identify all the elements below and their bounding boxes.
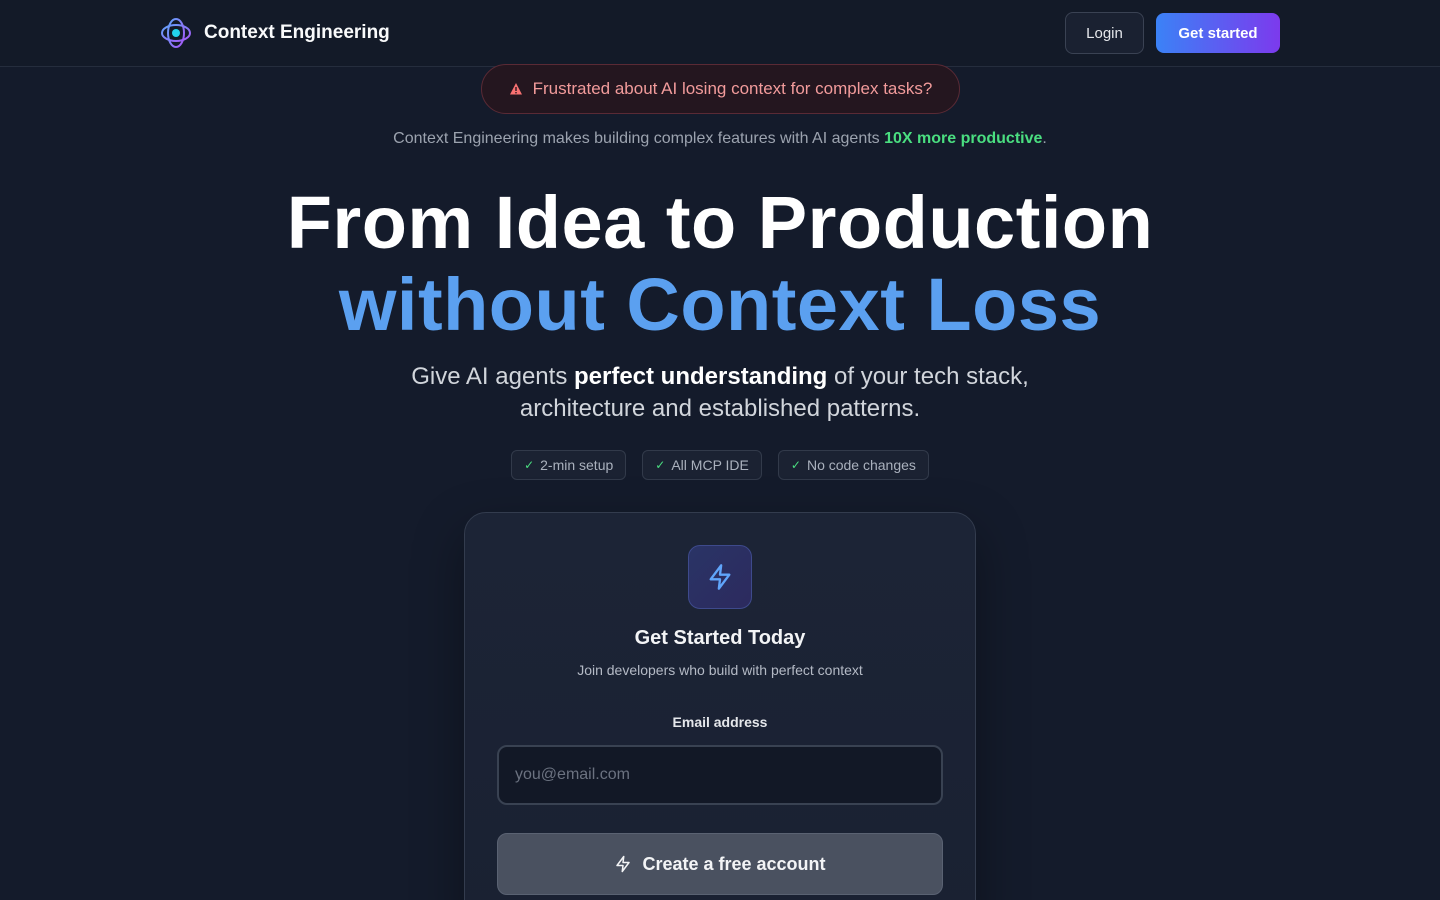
email-input[interactable] xyxy=(497,745,943,805)
feature-chip: ✓ No code changes xyxy=(777,450,929,480)
context-logo-icon xyxy=(161,18,191,48)
brand-link[interactable]: Context Engineering xyxy=(160,16,390,50)
create-account-button[interactable]: Create a free account xyxy=(497,833,943,895)
chip-label: No code changes xyxy=(806,457,916,473)
lightning-bolt-icon xyxy=(688,545,752,609)
check-icon: ✓ xyxy=(655,458,666,472)
landing-page: Context Engineering Login Get started Fr… xyxy=(0,0,1440,900)
tagline-suffix: . xyxy=(1042,130,1047,147)
get-started-button[interactable]: Get started xyxy=(1156,13,1280,53)
signup-card: Get Started Today Join developers who bu… xyxy=(464,512,976,900)
warning-triangle-icon xyxy=(509,83,522,95)
hero-subtitle: Give AI agents perfect understanding of … xyxy=(0,361,1440,425)
hero-title-line2: without Context Loss xyxy=(338,263,1102,346)
login-button[interactable]: Login xyxy=(1065,12,1144,54)
subtitle-bold: perfect understanding xyxy=(573,363,828,390)
chip-label: 2-min setup xyxy=(540,457,614,473)
hero-title-line1: From Idea to Production xyxy=(286,181,1154,264)
create-account-label: Create a free account xyxy=(642,853,826,874)
card-title: Get Started Today xyxy=(634,627,806,649)
lightning-bolt-icon xyxy=(616,855,631,873)
feature-chips: ✓ 2-min setup ✓ All MCP IDE ✓ No code ch… xyxy=(0,450,1440,480)
subtitle-line2: architecture and established patterns. xyxy=(519,395,921,422)
check-icon: ✓ xyxy=(524,458,535,472)
tagline-prefix: Context Engineering makes building compl… xyxy=(393,130,885,147)
brand-name: Context Engineering xyxy=(204,22,390,43)
check-icon: ✓ xyxy=(790,458,801,472)
subtitle-rest: of your tech stack, xyxy=(827,363,1029,390)
subtitle-prefix: Give AI agents xyxy=(411,363,574,390)
alert-banner: Frustrated about AI losing context for c… xyxy=(481,64,960,114)
tagline-highlight: 10X more productive xyxy=(884,130,1043,147)
email-label: Email address xyxy=(672,714,768,730)
alert-text: Frustrated about AI losing context for c… xyxy=(532,79,933,98)
chip-label: All MCP IDE xyxy=(671,457,749,473)
tagline: Context Engineering makes building compl… xyxy=(0,130,1440,148)
feature-chip: ✓ All MCP IDE xyxy=(642,450,762,480)
top-nav: Context Engineering Login Get started xyxy=(0,0,1440,67)
card-subtitle: Join developers who build with perfect c… xyxy=(577,662,863,678)
feature-chip: ✓ 2-min setup xyxy=(511,450,627,480)
